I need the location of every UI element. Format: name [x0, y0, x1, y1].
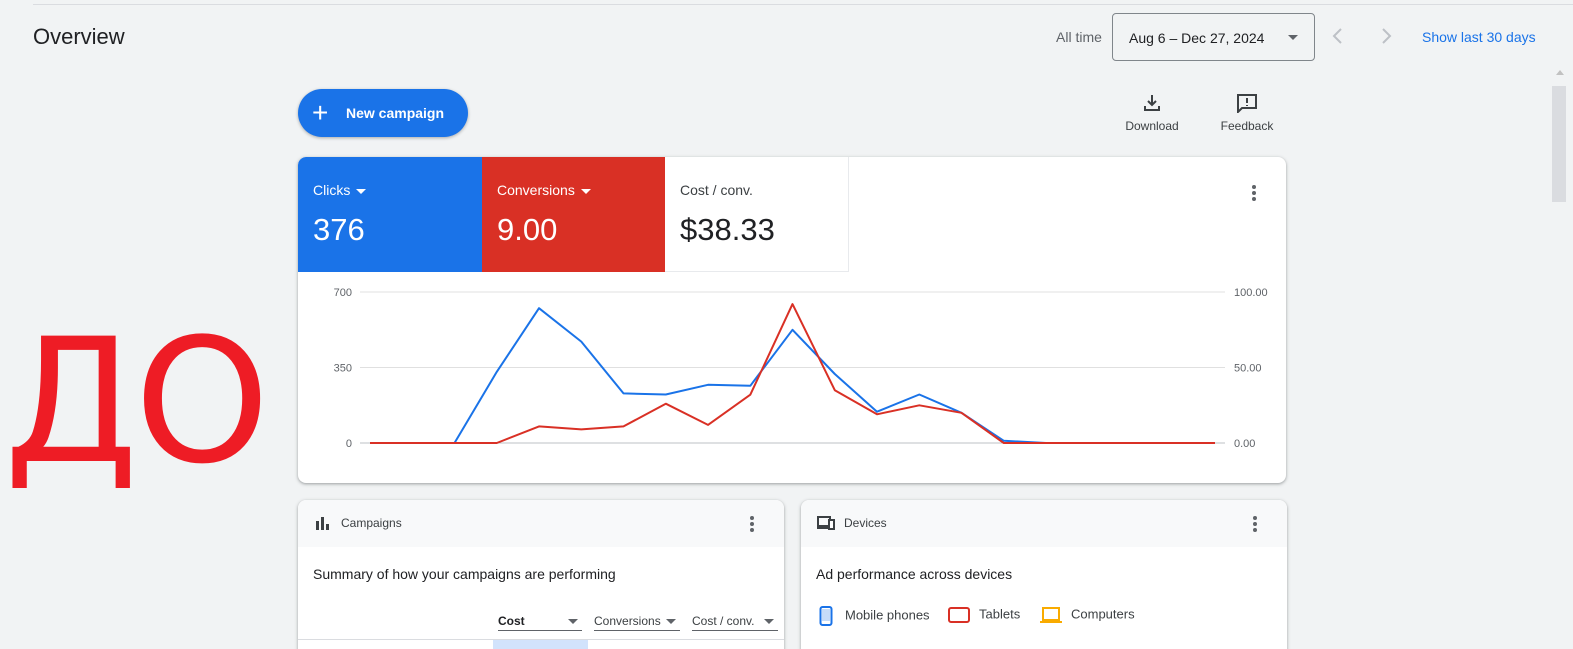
line-chart: 700 100.00 350 50.00 0 0.00 [334, 287, 1268, 450]
laptop-icon [1040, 607, 1062, 623]
dropdown-arrow-icon [568, 619, 578, 624]
legend-tablets: Tablets [947, 606, 1020, 624]
y-right-tick-label: 50.00 [1234, 363, 1262, 375]
date-range-picker[interactable]: Aug 6 – Dec 27, 2024 [1112, 13, 1315, 61]
y-left-tick-label: 700 [334, 287, 352, 299]
show-last-30-days-link[interactable]: Show last 30 days [1422, 29, 1536, 45]
metric-clicks-value: 376 [313, 212, 365, 247]
column-conversions-label: Conversions [594, 614, 661, 628]
dropdown-arrow-icon [764, 619, 774, 624]
more-options-icon[interactable] [1252, 185, 1256, 203]
table-highlight-cell [493, 640, 588, 649]
legend-mobile-phones-label: Mobile phones [845, 607, 930, 623]
dropdown-arrow-icon [356, 188, 367, 194]
y-left-tick-label: 350 [334, 363, 352, 375]
page-title: Overview [33, 24, 125, 49]
devices-icon [817, 516, 835, 530]
series-line-0 [370, 307, 1215, 444]
next-period-button[interactable] [1374, 24, 1398, 48]
legend-mobile-phones: Mobile phones [819, 606, 930, 626]
legend-computers: Computers [1039, 606, 1135, 624]
column-cost-per-conv[interactable]: Cost / conv. [692, 614, 778, 631]
legend-tablets-label: Tablets [979, 606, 1021, 622]
devices-card-title: Devices [844, 516, 887, 530]
scroll-up-arrow-icon[interactable] [1556, 70, 1564, 75]
y-left-tick-label: 0 [346, 438, 352, 450]
mobile-phone-icon [819, 606, 833, 626]
metric-conversions-label: Conversions [497, 182, 575, 198]
column-cost-label: Cost [498, 614, 525, 628]
all-time-label: All time [1056, 29, 1102, 45]
y-right-tick-label: 100.00 [1234, 287, 1268, 299]
more-options-icon[interactable] [750, 516, 754, 534]
chevron-down-icon [1288, 35, 1298, 40]
devices-description: Ad performance across devices [816, 566, 1013, 582]
tablet-icon [948, 607, 970, 623]
date-range-text: Aug 6 – Dec 27, 2024 [1129, 30, 1265, 46]
y-right-tick-label: 0.00 [1234, 438, 1255, 450]
metric-cost-value: $38.33 [680, 212, 775, 247]
feedback-button[interactable]: Feedback [1217, 93, 1277, 133]
campaigns-card-title: Campaigns [341, 516, 402, 530]
column-conversions[interactable]: Conversions [594, 614, 680, 631]
metric-conversions[interactable]: Conversions 9.00 [482, 157, 666, 272]
download-icon [1144, 95, 1160, 111]
campaigns-card: Campaigns Summary of how your campaigns … [298, 500, 784, 649]
scrollbar-thumb[interactable] [1552, 86, 1566, 202]
feedback-label: Feedback [1220, 119, 1274, 133]
overview-chart-card: Clicks 376 Conversions 9.00 Cost / conv.… [298, 157, 1286, 483]
plus-icon: + [312, 97, 329, 128]
download-label: Download [1125, 119, 1179, 133]
column-cost[interactable]: Cost [498, 614, 582, 631]
column-cost-per-conv-label: Cost / conv. [692, 614, 755, 628]
more-options-icon[interactable] [1253, 516, 1257, 534]
campaigns-card-header: Campaigns [298, 500, 784, 547]
top-divider [33, 4, 1573, 5]
new-campaign-label: New campaign [346, 105, 445, 121]
campaigns-description: Summary of how your campaigns are perfor… [313, 566, 616, 582]
chevron-right-icon [1382, 28, 1392, 44]
devices-card: Devices Ad performance across devices Mo… [801, 500, 1287, 649]
metric-clicks-label: Clicks [313, 182, 351, 198]
legend-computers-label: Computers [1071, 606, 1135, 622]
download-button[interactable]: Download [1122, 93, 1182, 133]
dropdown-arrow-icon [580, 188, 591, 194]
overlay-text: ДО [4, 301, 270, 502]
new-campaign-button[interactable]: + New campaign [298, 89, 468, 137]
metric-cost-per-conversion[interactable]: Cost / conv. $38.33 [665, 157, 849, 272]
metric-conversions-value: 9.00 [497, 212, 558, 247]
devices-card-header: Devices [801, 500, 1287, 547]
metric-clicks[interactable]: Clicks 376 [298, 157, 482, 272]
previous-period-button[interactable] [1326, 24, 1350, 48]
feedback-icon [1237, 94, 1257, 113]
chevron-left-icon [1332, 28, 1342, 44]
dropdown-arrow-icon [666, 619, 676, 624]
bar-chart-icon [316, 517, 329, 530]
metric-cost-label: Cost / conv. [680, 182, 753, 198]
